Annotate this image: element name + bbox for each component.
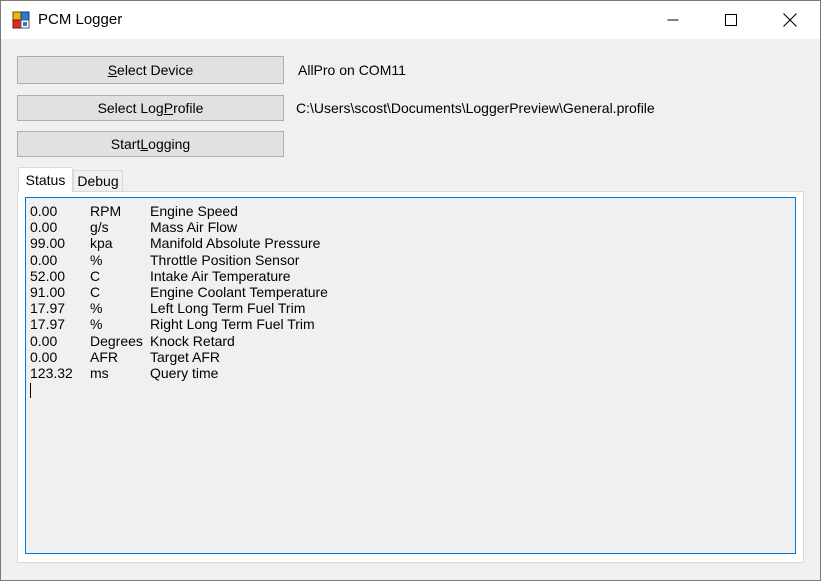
status-unit: % (90, 251, 103, 268)
status-parameter-name: Manifold Absolute Pressure (150, 235, 321, 252)
status-parameter-name: Throttle Position Sensor (150, 251, 300, 268)
status-unit: kpa (90, 235, 113, 252)
select-log-profile-button[interactable]: Select Log Profile (17, 95, 284, 121)
status-value: 17.97 (30, 316, 66, 333)
pcm-logger-window: PCM Logger Select Device AllPro on COM11… (0, 0, 821, 581)
title-bar[interactable]: PCM Logger (1, 1, 820, 39)
tab-debug[interactable]: Debug (73, 170, 123, 191)
select-device-button[interactable]: Select Device (17, 56, 284, 84)
maximize-icon (725, 14, 737, 26)
status-unit: Degrees (90, 332, 143, 349)
status-parameter-name: Intake Air Temperature (150, 267, 291, 284)
device-label: AllPro on COM11 (298, 62, 406, 78)
status-parameter-name: Mass Air Flow (150, 219, 238, 236)
app-icon (12, 11, 30, 29)
window-title: PCM Logger (38, 11, 123, 28)
status-parameter-name: Left Long Term Fuel Trim (150, 300, 306, 317)
close-icon (783, 13, 797, 27)
status-parameter-name: Engine Coolant Temperature (150, 283, 328, 300)
status-value: 0.00 (30, 219, 58, 236)
status-value: 52.00 (30, 267, 66, 284)
status-parameter-name: Target AFR (150, 348, 221, 365)
minimize-button[interactable] (644, 1, 702, 39)
status-value: 17.97 (30, 300, 66, 317)
status-unit: C (90, 283, 101, 300)
status-parameter-name: Knock Retard (150, 332, 235, 349)
status-output-textarea[interactable]: 0.00 RPM Engine Speed 0.00 g/s Mass Air … (25, 197, 796, 554)
status-value: 123.32 (30, 364, 73, 381)
status-value: 0.00 (30, 251, 58, 268)
status-parameter-name: Engine Speed (150, 203, 238, 219)
status-parameter-name: Right Long Term Fuel Trim (150, 316, 315, 333)
status-unit: ms (90, 364, 109, 381)
status-unit: % (90, 300, 103, 317)
status-parameter-name: Query time (150, 364, 219, 381)
tab-status[interactable]: Status (18, 167, 73, 192)
profile-path-label: C:\Users\scost\Documents\LoggerPreview\G… (296, 100, 655, 116)
status-unit: % (90, 316, 103, 333)
status-value: 99.00 (30, 235, 66, 252)
status-unit: RPM (90, 203, 122, 219)
status-unit: C (90, 267, 101, 284)
maximize-button[interactable] (702, 1, 760, 39)
text-caret (30, 383, 31, 398)
status-value: 0.00 (30, 332, 58, 349)
status-unit: AFR (90, 348, 118, 365)
status-unit: g/s (90, 219, 109, 236)
status-value: 0.00 (30, 348, 58, 365)
status-value: 0.00 (30, 203, 58, 219)
close-button[interactable] (761, 1, 819, 39)
status-value: 91.00 (30, 283, 66, 300)
minimize-icon (667, 19, 679, 21)
start-logging-button[interactable]: Start Logging (17, 131, 284, 157)
